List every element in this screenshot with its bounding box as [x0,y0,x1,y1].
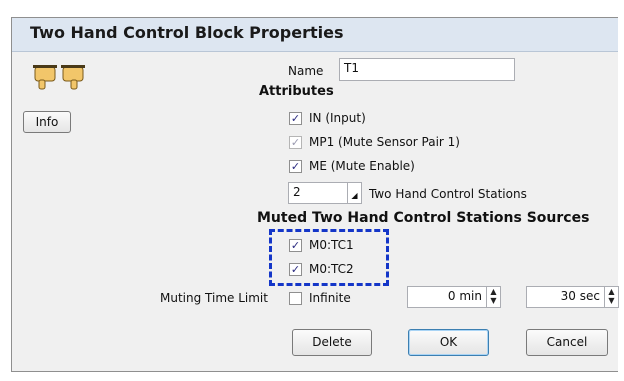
tc1-label: M0:TC1 [309,238,354,252]
spin-up-icon[interactable]: ▲ [487,287,500,296]
tc1-checkbox[interactable]: ✓ [289,239,302,252]
muting-time-label: Muting Time Limit [160,291,268,305]
tc2-checkbox[interactable]: ✓ [289,263,302,276]
minutes-value: 0 min [447,289,482,303]
in-label: IN (Input) [309,111,366,125]
stations-select[interactable]: 2 ◢ [288,182,362,204]
me-label: ME (Mute Enable) [309,159,415,173]
delete-button[interactable]: Delete [292,329,372,356]
attributes-header: Attributes [259,84,334,99]
properties-dialog: Two Hand Control Block Properties Info N… [11,17,619,372]
stations-label: Two Hand Control Stations [369,187,527,201]
infinite-label: Infinite [309,291,351,305]
seconds-value: 30 sec [560,289,600,303]
muted-sources-header: Muted Two Hand Control Stations Sources [257,210,590,226]
name-label: Name [288,64,324,78]
title-bar: Two Hand Control Block Properties [12,18,618,52]
info-button[interactable]: Info [23,111,71,133]
spin-up-icon[interactable]: ▲ [605,287,618,296]
cancel-button[interactable]: Cancel [526,329,608,356]
me-checkbox[interactable]: ✓ [289,160,302,173]
ok-button[interactable]: OK [408,329,489,356]
spin-down-icon[interactable]: ▼ [605,296,618,305]
two-hands-icon [33,65,85,90]
tc2-label: M0:TC2 [309,262,354,276]
seconds-spinbox[interactable]: 30 sec ▲ ▼ [526,286,619,308]
mp1-label: MP1 (Mute Sensor Pair 1) [309,135,460,149]
dialog-title: Two Hand Control Block Properties [30,23,344,42]
seconds-spin-buttons[interactable]: ▲ ▼ [604,287,618,307]
spin-down-icon[interactable]: ▼ [487,296,500,305]
name-field[interactable]: T1 [339,58,515,81]
in-checkbox[interactable]: ✓ [289,112,302,125]
infinite-checkbox[interactable] [289,292,302,305]
minutes-spinbox[interactable]: 0 min ▲ ▼ [407,286,501,308]
chevron-down-icon: ◢ [347,183,361,203]
mp1-checkbox[interactable]: ✓ [289,136,302,149]
minutes-spin-buttons[interactable]: ▲ ▼ [486,287,500,307]
stations-value: 2 [293,185,301,199]
